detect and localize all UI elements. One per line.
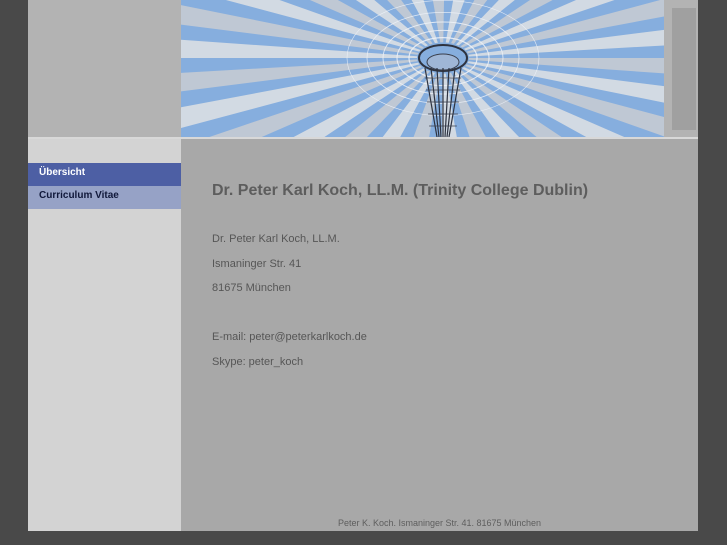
contact-city: 81675 München xyxy=(212,282,291,294)
nav-item-curriculum-vitae[interactable]: Curriculum Vitae xyxy=(28,186,181,209)
contact-skype: Skype: peter_koch xyxy=(212,356,304,368)
contact-name: Dr. Peter Karl Koch, LL.M. xyxy=(212,233,340,245)
header-left-panel xyxy=(28,0,181,137)
header-right-panel xyxy=(664,0,698,137)
canopy-roof-photo xyxy=(181,0,664,137)
header-banner-image xyxy=(181,0,664,137)
nav-item-label: Curriculum Vitae xyxy=(39,190,119,201)
page-container: Übersicht Curriculum Vitae Dr. Peter Kar… xyxy=(28,0,698,531)
nav-item-uebersicht[interactable]: Übersicht xyxy=(28,163,181,186)
footer-address: Peter K. Koch. Ismaninger Str. 41. 81675… xyxy=(337,518,542,528)
header-scroll-track xyxy=(672,8,696,130)
main-content: Dr. Peter Karl Koch, LL.M. (Trinity Coll… xyxy=(181,139,698,531)
contact-email[interactable]: E-mail: peter@peterkarlkoch.de xyxy=(212,331,367,343)
contact-street: Ismaninger Str. 41 xyxy=(212,258,302,270)
sidebar-nav: Übersicht Curriculum Vitae xyxy=(28,139,181,531)
nav-item-label: Übersicht xyxy=(39,167,86,178)
page-title: Dr. Peter Karl Koch, LL.M. (Trinity Coll… xyxy=(212,182,589,199)
